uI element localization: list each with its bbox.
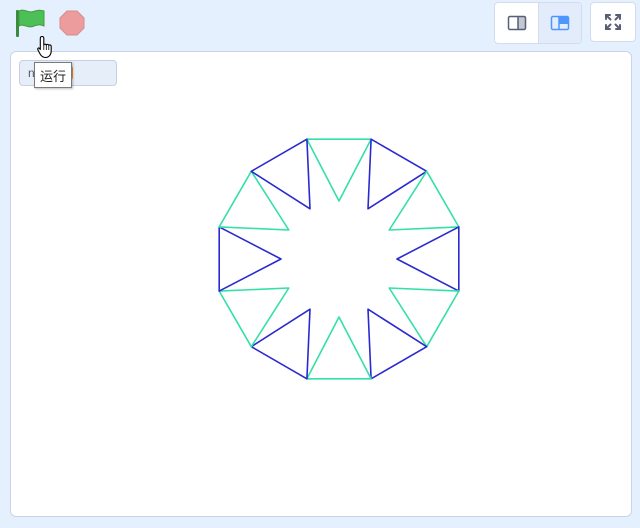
stage-header bbox=[0, 0, 640, 48]
stage-canvas[interactable]: n 12 bbox=[10, 51, 632, 517]
pen-drawing bbox=[218, 138, 460, 380]
normal-stage-button[interactable] bbox=[538, 3, 581, 43]
pen-triangle bbox=[306, 316, 372, 380]
pen-triangle bbox=[388, 287, 460, 348]
pen-triangle bbox=[367, 138, 428, 210]
pen-triangle bbox=[218, 226, 282, 292]
pen-triangle bbox=[218, 170, 290, 231]
pen-triangle bbox=[250, 308, 311, 380]
pen-triangle bbox=[367, 308, 428, 380]
hand-cursor-icon bbox=[37, 35, 52, 59]
pen-triangle bbox=[306, 138, 372, 202]
fullscreen-icon bbox=[605, 14, 621, 30]
pen-triangle bbox=[218, 287, 290, 348]
fullscreen-button[interactable] bbox=[590, 2, 636, 42]
small-stage-icon bbox=[507, 15, 526, 31]
pen-triangle bbox=[250, 138, 311, 210]
normal-stage-icon bbox=[550, 15, 570, 31]
stop-sign-icon bbox=[59, 10, 85, 36]
small-stage-button[interactable] bbox=[495, 3, 538, 43]
pen-triangle bbox=[396, 226, 460, 292]
stage-size-toggle bbox=[494, 2, 582, 44]
pen-triangle bbox=[388, 170, 460, 231]
stop-button[interactable] bbox=[54, 6, 90, 40]
run-tooltip: 运行 bbox=[34, 62, 73, 88]
